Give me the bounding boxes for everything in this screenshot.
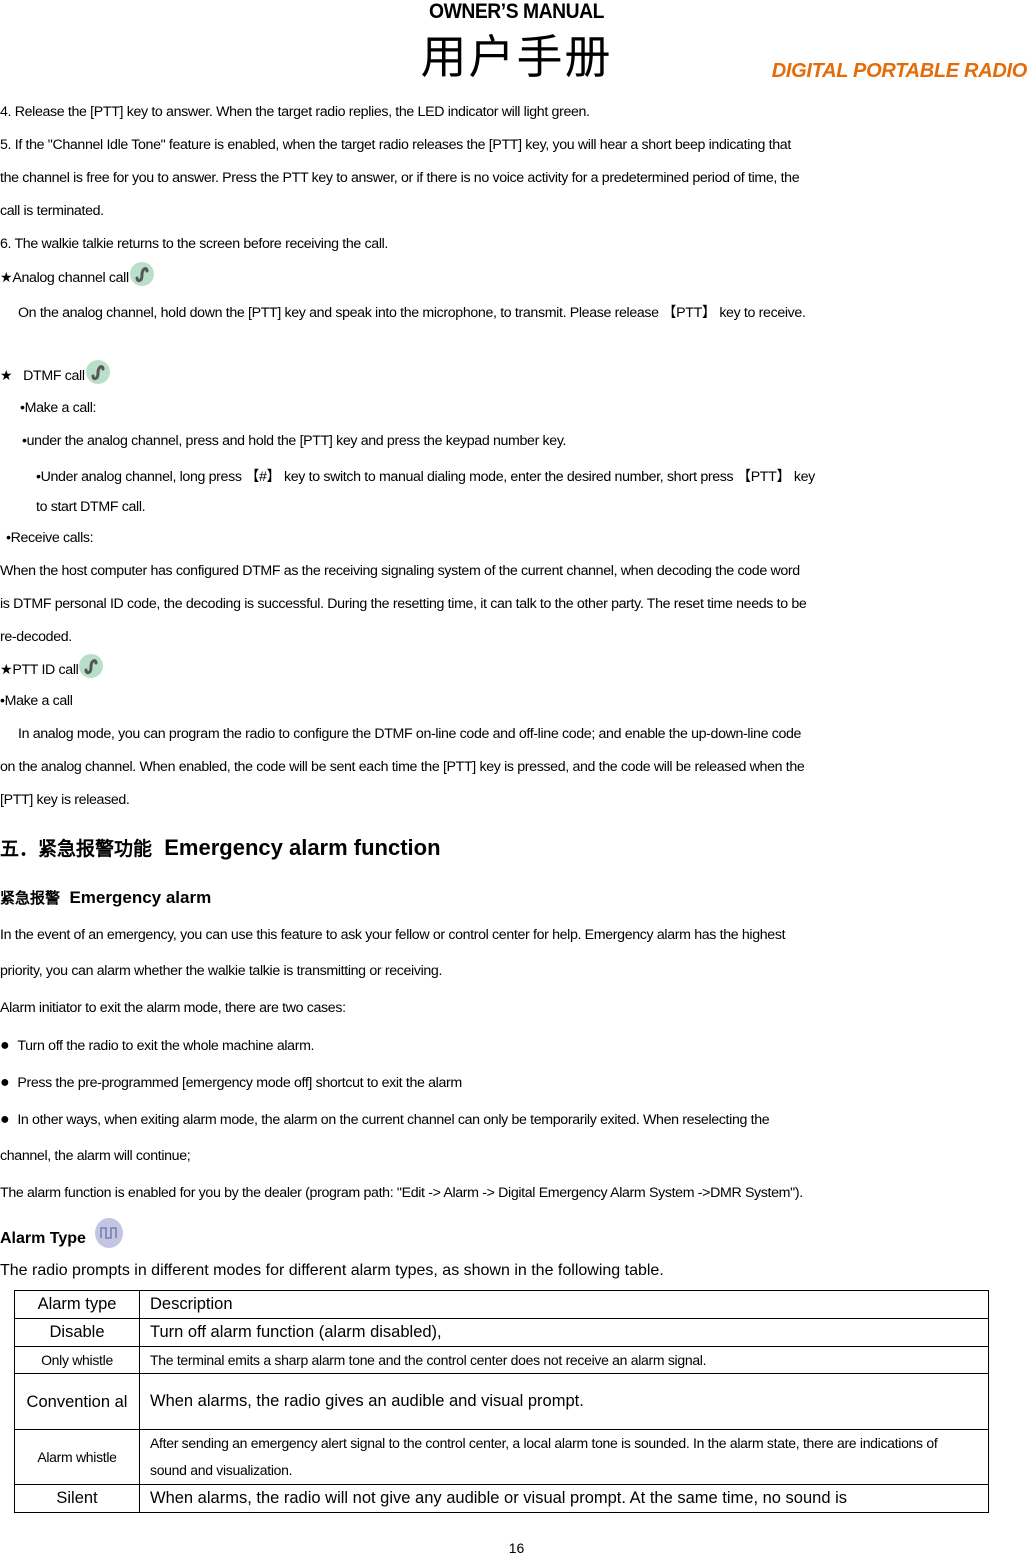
ptt-id-make-call: •Make a call [0,693,73,709]
alarm-type-heading: Alarm Type [0,1216,123,1248]
ptt-id-call-heading: ★PTT ID call [0,654,104,678]
step-5-cont2: call is terminated. [0,203,104,219]
star-icon: ★ [0,368,13,384]
step-6: 6. The walkie talkie returns to the scre… [0,236,389,252]
star-icon: ★ [0,662,13,678]
ptt-id-line-3: [PTT] key is released. [0,792,130,808]
digital-mode-icon [94,1218,123,1248]
table-row: Only whistle The terminal emits a sharp … [14,1346,989,1374]
emergency-alarm-subtitle-cn: 紧急报警 [0,889,61,907]
dtmf-receive-line-3: re-decoded. [0,629,72,645]
dtmf-line-1: •under the analog channel, press and hol… [22,433,567,449]
table-row: Disable Turn off alarm function (alarm d… [14,1318,989,1347]
emergency-intro-2: priority, you can alarm whether the walk… [0,963,443,979]
analog-mode-icon [85,360,110,384]
dtmf-line-2: •Under analog channel, long press 【#】 ke… [36,469,815,485]
dtmf-receive-line-2: is DTMF personal ID code, the decoding i… [0,596,807,612]
alarm-type-cell: Silent [14,1484,140,1513]
emergency-intro-1: In the event of an emergency, you can us… [0,927,786,943]
exit-bullet-2: ● Press the pre-programmed [emergency mod… [0,1074,462,1092]
star-icon: ★ [0,270,13,286]
bullet-icon: ● [0,1037,10,1054]
description-cell: After sending an emergency alert signal … [139,1429,989,1485]
alarm-type-cell: Alarm whistle [14,1429,140,1485]
alarm-type-title: Alarm Type [0,1230,86,1247]
table-header-row: Alarm type Description [14,1290,989,1319]
bullet-icon: ● [0,1111,10,1128]
bullet-icon: ● [0,1074,10,1091]
dtmf-make-call: •Make a call: [20,400,97,416]
step-5-cont: the channel is free for you to answer. P… [0,170,800,186]
program-path: The alarm function is enabled for you by… [0,1185,803,1201]
dtmf-call-title: DTMF call [23,368,85,384]
ptt-id-call-title: PTT ID call [12,662,79,678]
alarm-type-cell: Disable [14,1318,140,1347]
analog-call-text: On the analog channel, hold down the [PT… [18,305,806,321]
analog-mode-icon [79,654,104,678]
description-cell: When alarms, the radio will not give any… [139,1484,989,1513]
exit-bullet-3-text: In other ways, when exiting alarm mode, … [17,1112,770,1128]
section-5-title-en: Emergency alarm function [164,835,441,860]
column-header-description: Description [139,1290,989,1319]
column-header-alarm-type: Alarm type [14,1290,140,1319]
manual-title-en: OWNER’S MANUAL [429,0,604,23]
step-4: 4. Release the [PTT] key to answer. When… [0,104,590,120]
alarm-type-intro: The radio prompts in different modes for… [0,1262,664,1279]
ptt-id-line-1: In analog mode, you can program the radi… [18,726,802,742]
emergency-alarm-subtitle: 紧急报警 Emergency alarm [0,887,211,908]
description-cell: The terminal emits a sharp alarm tone an… [139,1346,989,1374]
alarm-type-cell: Only whistle [14,1346,140,1374]
description-cell: Turn off alarm function (alarm disabled)… [139,1318,989,1347]
analog-mode-icon [129,262,154,286]
dtmf-receive: •Receive calls: [6,530,94,546]
exit-bullet-3: ● In other ways, when exiting alarm mode,… [0,1111,770,1129]
exit-bullet-2-text: Press the pre-programmed [emergency mode… [17,1075,462,1091]
analog-call-heading: ★Analog channel call [0,262,154,286]
dtmf-receive-line-1: When the host computer has configured DT… [0,563,800,579]
step-5: 5. If the "Channel Idle Tone" feature is… [0,137,791,153]
analog-call-title: Analog channel call [12,270,129,286]
dtmf-line-2b: to start DTMF call. [36,499,146,515]
exit-bullet-1-text: Turn off the radio to exit the whole mac… [17,1038,315,1054]
page-number: 16 [508,1540,525,1556]
table-row: Convention al When alarms, the radio giv… [14,1373,989,1430]
section-5-title-cn: 五．紧急报警功能 [0,838,153,860]
ptt-id-line-2: on the analog channel. When enabled, the… [0,759,805,775]
dtmf-call-heading: ★ DTMF call [0,360,110,384]
emergency-alarm-subtitle-en: Emergency alarm [69,888,212,907]
exit-bullet-3-cont: channel, the alarm will continue; [0,1148,191,1164]
description-cell: When alarms, the radio gives an audible … [139,1373,989,1430]
exit-intro: Alarm initiator to exit the alarm mode, … [0,1000,346,1016]
table-row: Silent When alarms, the radio will not g… [14,1484,989,1513]
product-subtitle: DIGITAL PORTABLE RADIO [771,60,1028,82]
alarm-type-table: Alarm type Description Disable Turn off … [14,1290,989,1513]
alarm-type-cell: Convention al [14,1373,140,1430]
table-row: Alarm whistle After sending an emergency… [14,1429,989,1485]
section-5-title: 五．紧急报警功能 Emergency alarm function [0,834,441,861]
exit-bullet-1: ● Turn off the radio to exit the whole ma… [0,1037,314,1055]
